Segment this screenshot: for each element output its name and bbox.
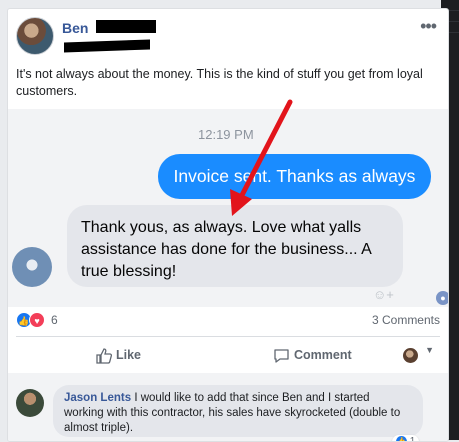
like-mini-icon: 👍 [396,435,407,441]
post-actions: Like Comment ▼ [16,340,440,370]
comment-like-count: 1 [409,436,416,442]
comment-button[interactable]: Comment [273,340,352,370]
comment-label: Comment [294,348,352,362]
chevron-down-icon[interactable]: ▼ [425,345,434,355]
red-arrow-annotation [230,99,293,216]
commenter-name[interactable]: Jason Lents [64,392,131,404]
viewer-avatar[interactable] [403,348,418,363]
comment-like-badge[interactable]: 👍 1 [392,435,420,442]
thumbs-up-icon [96,348,112,364]
love-reaction-icon[interactable]: ♥ [29,312,45,328]
divider [16,336,440,337]
post-card: Ben ••• It's not always about the money.… [7,8,449,442]
comments-count-link[interactable]: 3 Comments [372,313,440,327]
comment-bubble: Jason Lents I would like to add that sin… [53,385,423,437]
commenter-avatar[interactable] [16,389,44,417]
comment-icon [273,348,290,364]
reaction-stats: 👍 ♥ 6 3 Comments [16,309,440,331]
reaction-count[interactable]: 6 [51,313,58,327]
like-label: Like [116,348,142,362]
comments-section: Jason Lents I would like to add that sin… [8,373,448,441]
like-button[interactable]: Like [96,340,141,370]
